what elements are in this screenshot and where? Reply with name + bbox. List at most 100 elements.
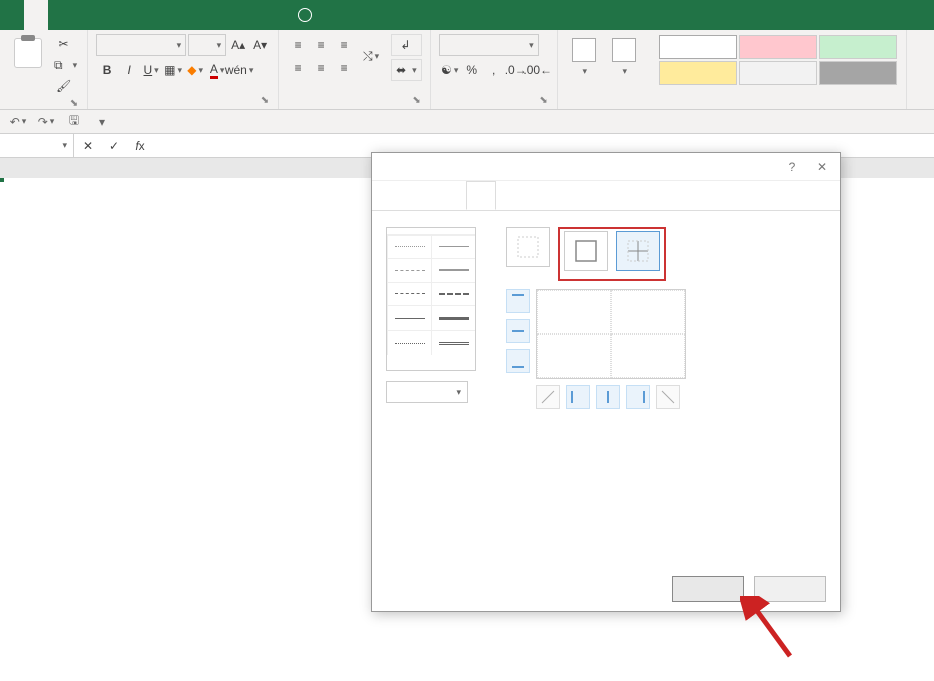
font-size-select[interactable]: ▾ (188, 34, 226, 56)
border-vmid-button[interactable] (596, 385, 620, 409)
dlg-tab-border[interactable] (466, 181, 496, 210)
fx-button[interactable]: fx (130, 136, 150, 156)
border-top-button[interactable] (506, 289, 530, 313)
annotation-presets-highlight (558, 227, 666, 281)
border-diag-up-button[interactable] (536, 385, 560, 409)
dlg-tab-number[interactable] (382, 181, 410, 210)
align-left-button[interactable]: ≡ (287, 57, 309, 79)
qat-more-button[interactable]: ▾ (92, 112, 112, 132)
align-middle-button[interactable]: ≡ (310, 34, 332, 56)
preview-cell (537, 334, 611, 378)
dlg-tab-font[interactable] (438, 181, 466, 210)
tab-formulas[interactable] (96, 0, 120, 30)
tab-developer[interactable] (216, 0, 240, 30)
group-clipboard: ✂ ⧉▾ 🖌 ⬊ (0, 30, 88, 109)
dlg-tab-protect[interactable] (524, 181, 552, 210)
format-as-table-button[interactable]: ▾ (606, 34, 642, 81)
tell-me-search[interactable] (288, 0, 328, 30)
phonetic-button[interactable]: wén▾ (228, 59, 250, 81)
comma-button[interactable]: , (483, 59, 505, 81)
dialog-titlebar[interactable]: ? ✕ (372, 153, 840, 181)
border-left-button[interactable] (566, 385, 590, 409)
border-hmid-button[interactable] (506, 319, 530, 343)
border-button[interactable]: ▦▾ (162, 59, 184, 81)
bulb-icon (298, 8, 312, 22)
tab-insert[interactable] (48, 0, 72, 30)
wrap-text-button[interactable]: ↲ (391, 34, 422, 56)
border-preview[interactable] (536, 289, 686, 379)
font-launcher[interactable]: ⬊ (256, 93, 270, 107)
undo-button[interactable]: ↶▾ (8, 112, 28, 132)
preset-inside[interactable] (616, 231, 660, 275)
cut-button[interactable]: ✂ (52, 34, 79, 54)
percent-button[interactable]: % (461, 59, 483, 81)
tab-custom[interactable] (168, 0, 192, 30)
dlg-tab-fill[interactable] (496, 181, 524, 210)
clipboard-launcher[interactable]: ⬊ (65, 96, 79, 110)
group-styles (650, 30, 907, 109)
tab-data[interactable] (120, 0, 144, 30)
paste-button[interactable] (8, 34, 48, 74)
tab-file[interactable] (0, 0, 24, 30)
border-bottom-button[interactable] (506, 349, 530, 373)
currency-button[interactable]: ☯▾ (439, 59, 461, 81)
italic-button[interactable]: I (118, 59, 140, 81)
font-name-select[interactable]: ▾ (96, 34, 186, 56)
format-painter-button[interactable]: 🖌 (52, 76, 79, 96)
conditional-format-button[interactable]: ▾ (566, 34, 602, 81)
align-bottom-button[interactable]: ≡ (333, 34, 355, 56)
group-conditional: ▾ ▾ (558, 30, 650, 109)
formula-cancel-button[interactable]: ✕ (78, 136, 98, 156)
copy-icon: ⧉ (54, 58, 63, 73)
cell-style-bad[interactable] (739, 35, 817, 59)
name-box[interactable]: ▾ (0, 134, 74, 157)
dlg-tab-align[interactable] (410, 181, 438, 210)
cond-format-icon (572, 38, 596, 62)
tab-help[interactable] (240, 0, 264, 30)
cancel-button[interactable] (754, 576, 826, 602)
align-right-button[interactable]: ≡ (333, 57, 355, 79)
border-color-select[interactable]: ▾ (386, 381, 468, 403)
cell-style-neutral[interactable] (659, 61, 737, 85)
cell-style-normal[interactable] (659, 35, 737, 59)
increase-font-button[interactable]: A▴ (228, 35, 248, 55)
decrease-font-button[interactable]: A▾ (250, 35, 270, 55)
number-format-select[interactable]: ▾ (439, 34, 539, 56)
redo-button[interactable]: ↷▾ (36, 112, 56, 132)
preset-none[interactable] (506, 227, 550, 271)
copy-button[interactable]: ⧉▾ (52, 55, 79, 75)
cell-style-good[interactable] (819, 35, 897, 59)
group-number: ▾ ☯▾ % , .0→ .00← ⬊ (431, 30, 558, 109)
paste-icon (14, 38, 42, 68)
bold-button[interactable]: B (96, 59, 118, 81)
align-launcher[interactable]: ⬊ (408, 93, 422, 107)
preset-outline[interactable] (564, 231, 608, 275)
scissors-icon: ✂ (59, 37, 69, 51)
orientation-button[interactable]: ⤭▾ (361, 47, 381, 67)
line-style-none[interactable] (387, 228, 475, 235)
tab-review[interactable] (144, 0, 168, 30)
align-center-button[interactable]: ≡ (310, 57, 332, 79)
group-alignment: ≡ ≡ ≡ ≡ ≡ ≡ ⤭▾ ↲ ⬌▾ ⬊ (279, 30, 431, 109)
cell-style-check[interactable] (819, 61, 897, 85)
formula-confirm-button[interactable]: ✓ (104, 136, 124, 156)
underline-button[interactable]: U▾ (140, 59, 162, 81)
decrease-decimal-button[interactable]: .00← (527, 59, 549, 81)
merge-center-button[interactable]: ⬌▾ (391, 59, 422, 81)
ok-button[interactable] (672, 576, 744, 602)
align-top-button[interactable]: ≡ (287, 34, 309, 56)
save-button[interactable]: 🖫 (64, 112, 84, 132)
dialog-close-button[interactable]: ✕ (812, 157, 832, 177)
border-diag-down-button[interactable] (656, 385, 680, 409)
number-launcher[interactable]: ⬊ (535, 93, 549, 107)
active-cell-indicator (0, 178, 2, 180)
line-style-list[interactable] (386, 227, 476, 371)
tab-page-layout[interactable] (72, 0, 96, 30)
dialog-help-button[interactable]: ? (782, 157, 802, 177)
border-right-button[interactable] (626, 385, 650, 409)
cell-style-calc[interactable] (739, 61, 817, 85)
fill-color-button[interactable]: ◆▾ (184, 59, 206, 81)
tab-view[interactable] (192, 0, 216, 30)
tab-home[interactable] (24, 0, 48, 30)
tab-pdf[interactable] (264, 0, 288, 30)
